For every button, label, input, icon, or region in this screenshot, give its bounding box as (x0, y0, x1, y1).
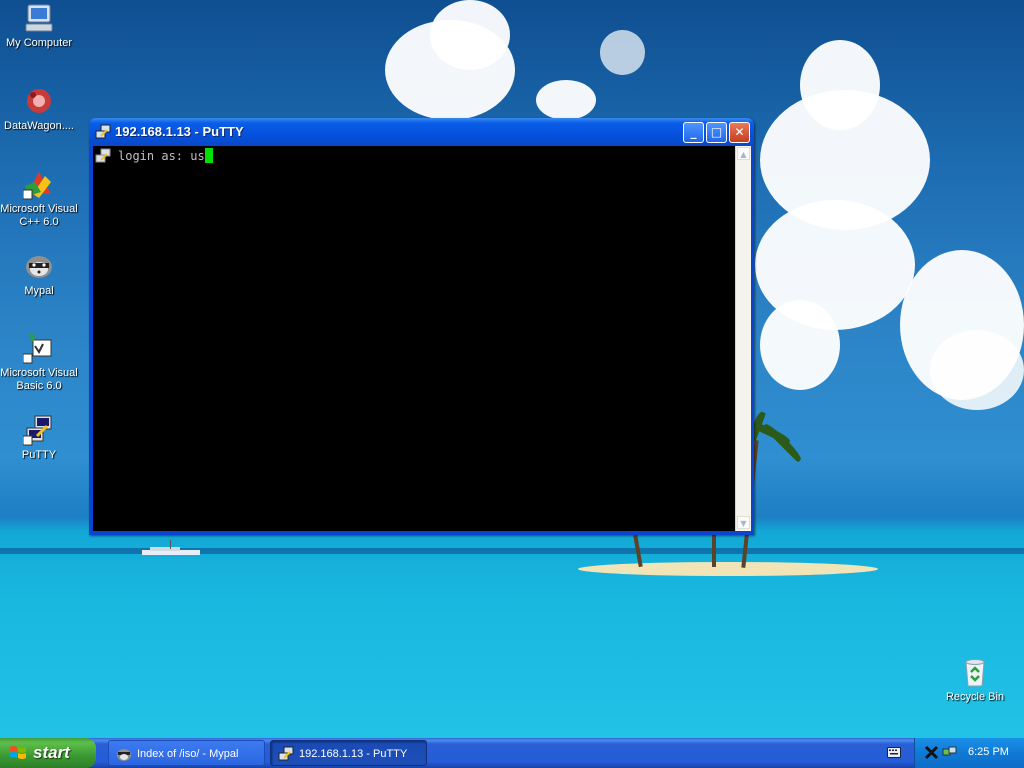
vertical-scrollbar[interactable]: ▲ ▼ (735, 146, 751, 531)
close-button[interactable]: ✕ (729, 122, 750, 143)
close-icon: ✕ (734, 125, 745, 139)
desktop-icon-putty[interactable]: PuTTY (0, 414, 78, 462)
desktop-icon-recycle-bin[interactable]: Recycle Bin (936, 656, 1014, 704)
recycle-bin-icon (965, 659, 985, 687)
desktop-icon-label: Microsoft Visual Basic 6.0 (0, 367, 78, 392)
desktop-icon-label: Mypal (24, 285, 54, 297)
putty-icon (95, 124, 111, 139)
maximize-button[interactable]: □ (706, 122, 727, 143)
visual-cpp-icon (23, 172, 51, 200)
desktop-icon-label: Microsoft Visual C++ 6.0 (0, 203, 78, 228)
mypal-icon (26, 256, 52, 278)
desktop-icon-label: PuTTY (21, 449, 57, 461)
system-tray: 6:25 PM (914, 738, 1024, 768)
sailboat (142, 540, 200, 555)
minimize-icon: _ (690, 125, 697, 139)
my-computer-icon (25, 4, 53, 32)
clock[interactable]: 6:25 PM (968, 746, 1009, 758)
desktop-icon-visual-cpp[interactable]: Microsoft Visual C++ 6.0 (0, 168, 78, 229)
terminal-line: login as: us (118, 148, 213, 163)
terminal-cursor (204, 148, 213, 163)
desktop-icon-my-computer[interactable]: My Computer (0, 2, 78, 50)
putty-window[interactable]: 192.168.1.13 - PuTTY _ □ ✕ login as: us … (89, 118, 754, 535)
terminal-text: login as: us (118, 149, 205, 163)
start-button[interactable]: start (0, 738, 96, 768)
taskbar-item-label: 192.168.1.13 - PuTTY (299, 748, 408, 760)
scroll-down-icon[interactable]: ▼ (737, 516, 750, 529)
desktop-icon-datawagon[interactable]: DataWagon.... (0, 85, 78, 133)
x-tray-icon[interactable] (924, 745, 939, 760)
datawagon-icon (27, 89, 51, 113)
title-bar[interactable]: 192.168.1.13 - PuTTY _ □ ✕ (89, 118, 754, 146)
taskbar-item-mypal[interactable]: Index of /iso/ - Mypal (108, 740, 265, 766)
desktop-icon-label: DataWagon.... (4, 120, 74, 132)
taskbar-item-putty[interactable]: 192.168.1.13 - PuTTY (270, 740, 427, 766)
windows-logo-icon (10, 746, 26, 759)
keyboard-icon[interactable] (887, 747, 901, 758)
window-title: 192.168.1.13 - PuTTY (115, 124, 244, 139)
taskbar-item-label: Index of /iso/ - Mypal (137, 748, 239, 760)
visual-basic-icon (23, 334, 52, 364)
mypal-icon (117, 749, 131, 761)
putty-icon (23, 415, 52, 446)
putty-icon (95, 148, 111, 163)
desktop-icon-label: Recycle Bin (945, 691, 1005, 703)
scroll-up-icon[interactable]: ▲ (737, 147, 750, 160)
desktop-icon-visual-basic[interactable]: Microsoft Visual Basic 6.0 (0, 332, 78, 393)
start-label: start (33, 743, 70, 762)
putty-icon (278, 746, 294, 761)
minimize-button[interactable]: _ (683, 122, 704, 143)
desktop-icon-mypal[interactable]: Mypal (0, 250, 78, 298)
maximize-icon: □ (710, 125, 723, 139)
terminal-area[interactable]: login as: us (93, 146, 735, 531)
network-tray-icon[interactable] (942, 745, 957, 760)
desktop-icon-label: My Computer (5, 37, 73, 49)
taskbar: start Index of /iso/ - Mypal 192.168.1.1… (0, 738, 1024, 768)
